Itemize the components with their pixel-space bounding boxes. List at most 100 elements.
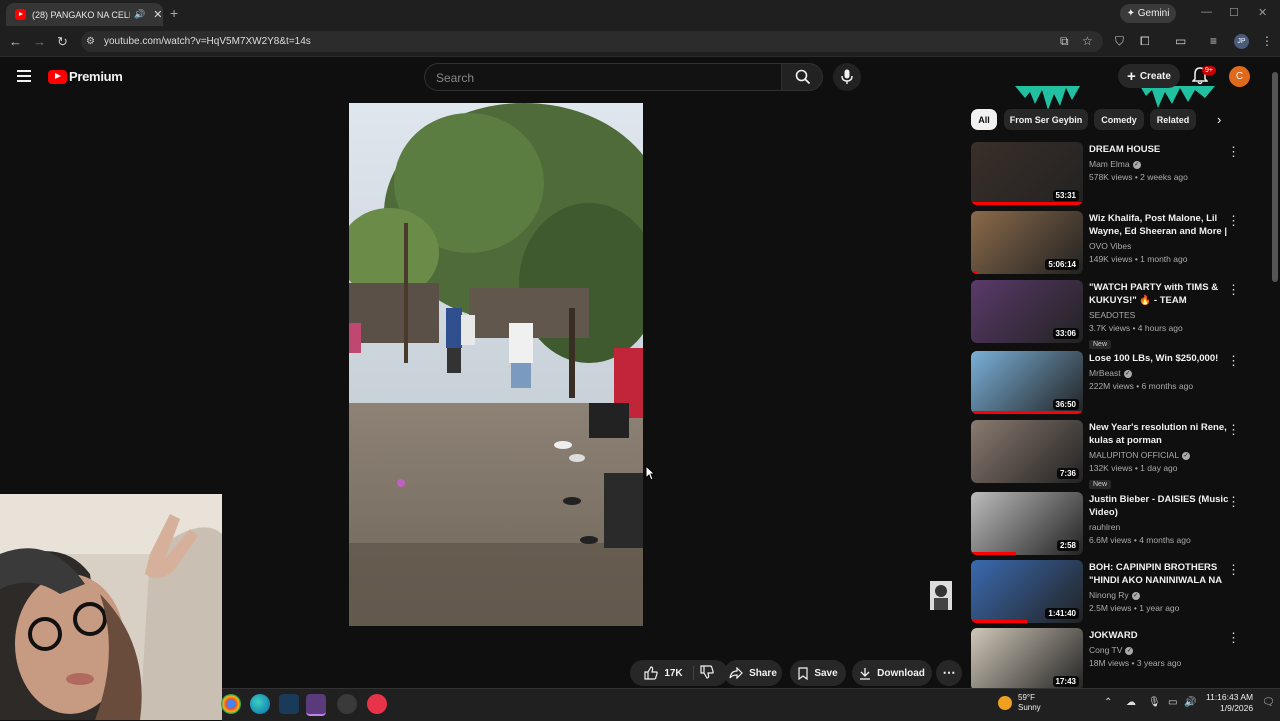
recommendation-item[interactable]: 36:50 Lose 100 LBs, Win $250,000! MrBeas… [971,351,1271,415]
forward-icon[interactable]: → [33,34,46,49]
chip-all[interactable]: All [971,109,997,130]
video-thumbnail[interactable]: 5:06:14 [971,211,1083,274]
new-tab-button[interactable]: + [170,5,178,21]
speaker-icon[interactable]: 🔊 [134,9,145,20]
reading-list-icon[interactable]: ≡ [1210,34,1217,48]
chevron-right-icon[interactable]: › [1217,112,1221,127]
video-title[interactable]: JOKWARD [1089,629,1229,642]
video-meta: "WATCH PARTY with TIMS & KUKUYS!" 🔥 - TE… [1089,281,1229,351]
active-app-icon[interactable] [306,694,326,716]
window-close-icon[interactable]: ✕ [1258,6,1267,19]
video-title[interactable]: Lose 100 LBs, Win $250,000! [1089,352,1229,365]
chip-from-ser-geybin[interactable]: From Ser Geybin [1004,109,1088,130]
more-options-icon[interactable]: ⋮ [1227,422,1240,438]
notification-center-icon[interactable]: 🗨 [1262,697,1275,708]
more-actions-button[interactable]: ⋯ [936,660,962,686]
recommendation-item[interactable]: 2:58 Justin Bieber - DAISIES (Music Vide… [971,492,1271,556]
volume-icon[interactable]: 🔊 [1184,697,1196,708]
channel-name[interactable]: MALUPITON OFFICIAL [1089,450,1179,460]
hamburger-menu-icon[interactable] [17,70,31,85]
video-title[interactable]: Justin Bieber - DAISIES (Music Video) [1089,493,1229,519]
browser-tab-bar [0,0,1280,28]
video-thumbnail[interactable]: 53:31 [971,142,1083,205]
url-text[interactable]: youtube.com/watch?v=HqV5M7XW2Y8&t=14s [104,36,311,47]
search-box[interactable] [424,63,781,91]
browser-profile-avatar[interactable]: JP [1234,34,1249,49]
chrome-icon[interactable] [221,694,241,714]
microphone-tray-icon[interactable]: 🎙 [1148,697,1161,708]
video-title[interactable]: BOH: CAPINPIN BROTHERS "HINDI AKO NANINI… [1089,561,1229,587]
youtube-logo[interactable]: Premium [48,69,123,84]
voice-search-button[interactable] [833,63,861,91]
chip-comedy[interactable]: Comedy [1094,109,1144,130]
recommendation-item[interactable]: 53:31 DREAM HOUSE Mam Elma ✓ 578K views •… [971,142,1271,206]
reload-icon[interactable]: ↻ [57,34,68,50]
site-info-icon[interactable]: ⚙ [86,36,95,47]
browser-menu-icon[interactable]: ⋮ [1261,34,1273,48]
more-options-icon[interactable]: ⋮ [1227,562,1240,578]
steam-icon[interactable] [279,694,299,714]
install-app-icon[interactable]: ⧉ [1060,34,1069,49]
video-title[interactable]: "WATCH PARTY with TIMS & KUKUYS!" 🔥 - TE… [1089,281,1229,307]
recommendation-item[interactable]: 17:43 JOKWARD Cong TV ✓ 18M views • 3 yea… [971,628,1271,688]
app-icon[interactable] [337,694,357,714]
video-thumbnail[interactable]: 7:36 [971,420,1083,483]
back-icon[interactable]: ← [9,34,22,49]
channel-name[interactable]: Cong TV [1089,645,1122,655]
close-tab-icon[interactable]: ✕ [153,8,162,21]
dislike-button[interactable] [700,664,714,682]
media-player-icon[interactable] [367,694,387,714]
video-title[interactable]: Wiz Khalifa, Post Malone, Lil Wayne, Ed … [1089,212,1229,238]
channel-name[interactable]: Ninong Ry [1089,590,1129,600]
split-view-icon[interactable]: ▭ [1175,34,1186,48]
create-button[interactable]: + Create [1118,64,1180,88]
edge-icon[interactable] [250,694,270,714]
channel-name[interactable]: OVO Vibes [1089,241,1131,251]
chevron-up-icon[interactable]: ⌃ [1104,697,1112,708]
share-button[interactable]: Share [724,660,782,686]
channel-name[interactable]: rauhlren [1089,522,1120,532]
video-title[interactable]: DREAM HOUSE [1089,143,1229,156]
channel-name[interactable]: SEADOTES [1089,310,1135,320]
more-options-icon[interactable]: ⋮ [1227,630,1240,646]
recommendation-item[interactable]: 5:06:14 Wiz Khalifa, Post Malone, Lil Wa… [971,211,1271,275]
search-input[interactable] [434,70,768,86]
recommendation-item[interactable]: 1:41:40 BOH: CAPINPIN BROTHERS "HINDI AK… [971,560,1271,624]
minimize-icon[interactable]: — [1201,6,1212,18]
cloud-icon[interactable]: ☁ [1126,697,1136,708]
chip-related[interactable]: Related [1150,109,1196,130]
maximize-icon[interactable]: ☐ [1229,6,1239,19]
download-button[interactable]: Download [852,660,932,686]
account-avatar[interactable]: C [1229,66,1250,87]
video-thumbnail[interactable]: 36:50 [971,351,1083,414]
scrollbar-thumb[interactable] [1272,72,1278,282]
video-thumbnail[interactable]: 17:43 [971,628,1083,688]
search-button[interactable] [781,63,823,91]
video-player[interactable] [349,103,643,626]
save-button[interactable]: Save [790,660,846,686]
video-thumbnail[interactable]: 2:58 [971,492,1083,555]
video-title[interactable]: New Year's resolution ni Rene, kulas at … [1089,421,1229,447]
more-options-icon[interactable]: ⋮ [1227,353,1240,369]
video-thumbnail[interactable]: 1:41:40 [971,560,1083,623]
video-thumbnail[interactable]: 33:06 [971,280,1083,343]
shield-icon[interactable]: ⛉ [1115,34,1124,49]
video-meta: Lose 100 LBs, Win $250,000! MrBeast ✓ 222… [1089,352,1229,391]
browser-tab[interactable]: (28) PANGAKO NA CELLPHONE 🔊 ✕ [6,3,163,26]
like-button[interactable]: 17K [644,666,694,680]
gemini-button[interactable]: ✦ Gemini [1120,4,1176,23]
more-options-icon[interactable]: ⋮ [1227,494,1240,510]
weather-widget[interactable]: 59°F Sunny [998,693,1041,713]
more-options-icon[interactable]: ⋮ [1227,144,1240,160]
channel-name[interactable]: MrBeast [1089,368,1121,378]
system-clock[interactable]: 11:16:43 AM 1/9/2026 [1206,692,1253,714]
more-options-icon[interactable]: ⋮ [1227,213,1240,229]
display-icon[interactable]: ▭ [1168,697,1177,708]
channel-name[interactable]: Mam Elma [1089,159,1130,169]
recommendation-item[interactable]: 33:06 "WATCH PARTY with TIMS & KUKUYS!" … [971,280,1271,349]
bookmark-star-icon[interactable]: ☆ [1082,34,1093,48]
extensions-icon[interactable]: ⧠ [1140,34,1150,49]
more-options-icon[interactable]: ⋮ [1227,282,1240,298]
recommendation-item[interactable]: 7:36 New Year's resolution ni Rene, kula… [971,420,1271,489]
mini-channel-thumbnail[interactable] [930,581,952,610]
